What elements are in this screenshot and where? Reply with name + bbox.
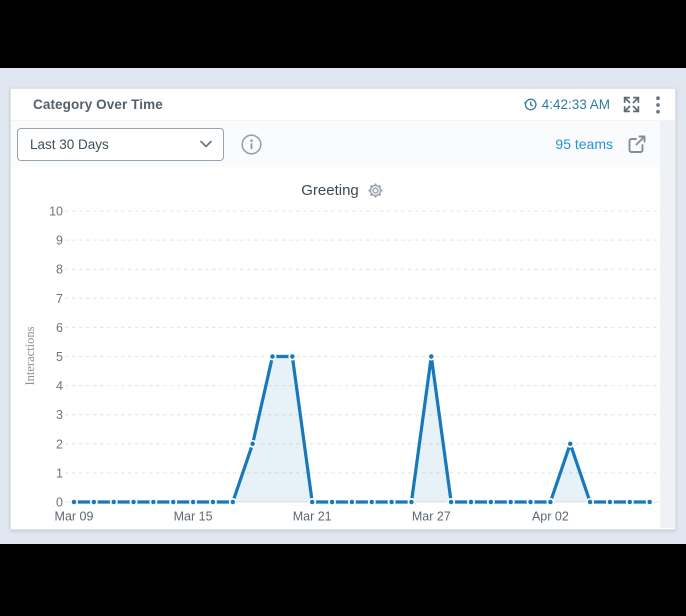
widget-toolbar: Last 30 Days 95 teams bbox=[11, 121, 675, 168]
date-range-select[interactable]: Last 30 Days bbox=[17, 128, 224, 161]
chart-region: Greeting 012345678910InteractionsMar 09M… bbox=[11, 167, 675, 528]
svg-text:7: 7 bbox=[56, 292, 63, 306]
svg-text:Mar 21: Mar 21 bbox=[293, 510, 332, 524]
svg-text:10: 10 bbox=[49, 205, 63, 219]
widget-title: Category Over Time bbox=[33, 97, 163, 112]
svg-text:4: 4 bbox=[56, 379, 63, 393]
info-icon[interactable] bbox=[238, 131, 265, 158]
kebab-menu-icon[interactable] bbox=[653, 93, 663, 117]
chevron-down-icon bbox=[199, 138, 213, 150]
svg-text:Interactions: Interactions bbox=[23, 326, 37, 385]
date-range-value: Last 30 Days bbox=[30, 137, 109, 152]
svg-text:0: 0 bbox=[56, 496, 63, 510]
svg-text:Mar 27: Mar 27 bbox=[412, 510, 451, 524]
svg-text:Apr 02: Apr 02 bbox=[532, 510, 569, 524]
widget-header-actions: 4:42:33 AM bbox=[523, 93, 663, 117]
svg-text:Mar 09: Mar 09 bbox=[55, 510, 94, 524]
external-link-icon[interactable] bbox=[623, 130, 651, 158]
category-over-time-widget: Category Over Time 4:42:33 AM bbox=[10, 88, 676, 530]
expand-icon[interactable] bbox=[620, 93, 643, 116]
history-clock-icon bbox=[523, 97, 538, 112]
svg-text:8: 8 bbox=[56, 263, 63, 277]
category-chart: 0 1 2 3 4 5 6 7 8 9 10 Interactions Mar 09 Mar 15 Mar … bbox=[11, 196, 675, 528]
page-background: Category Over Time 4:42:33 AM bbox=[0, 68, 686, 544]
last-updated-time: 4:42:33 AM bbox=[523, 97, 610, 112]
teams-link-group: 95 teams bbox=[555, 130, 651, 158]
svg-text:6: 6 bbox=[56, 321, 63, 335]
svg-text:2: 2 bbox=[56, 437, 63, 451]
svg-text:3: 3 bbox=[56, 408, 63, 422]
teams-link[interactable]: 95 teams bbox=[555, 136, 613, 152]
widget-header: Category Over Time 4:42:33 AM bbox=[11, 89, 675, 121]
svg-text:5: 5 bbox=[56, 350, 63, 364]
svg-text:9: 9 bbox=[56, 234, 63, 248]
chart-scrollbar[interactable] bbox=[660, 121, 675, 528]
svg-text:1: 1 bbox=[56, 466, 63, 480]
svg-text:Mar 15: Mar 15 bbox=[174, 510, 213, 524]
time-text: 4:42:33 AM bbox=[542, 97, 610, 112]
